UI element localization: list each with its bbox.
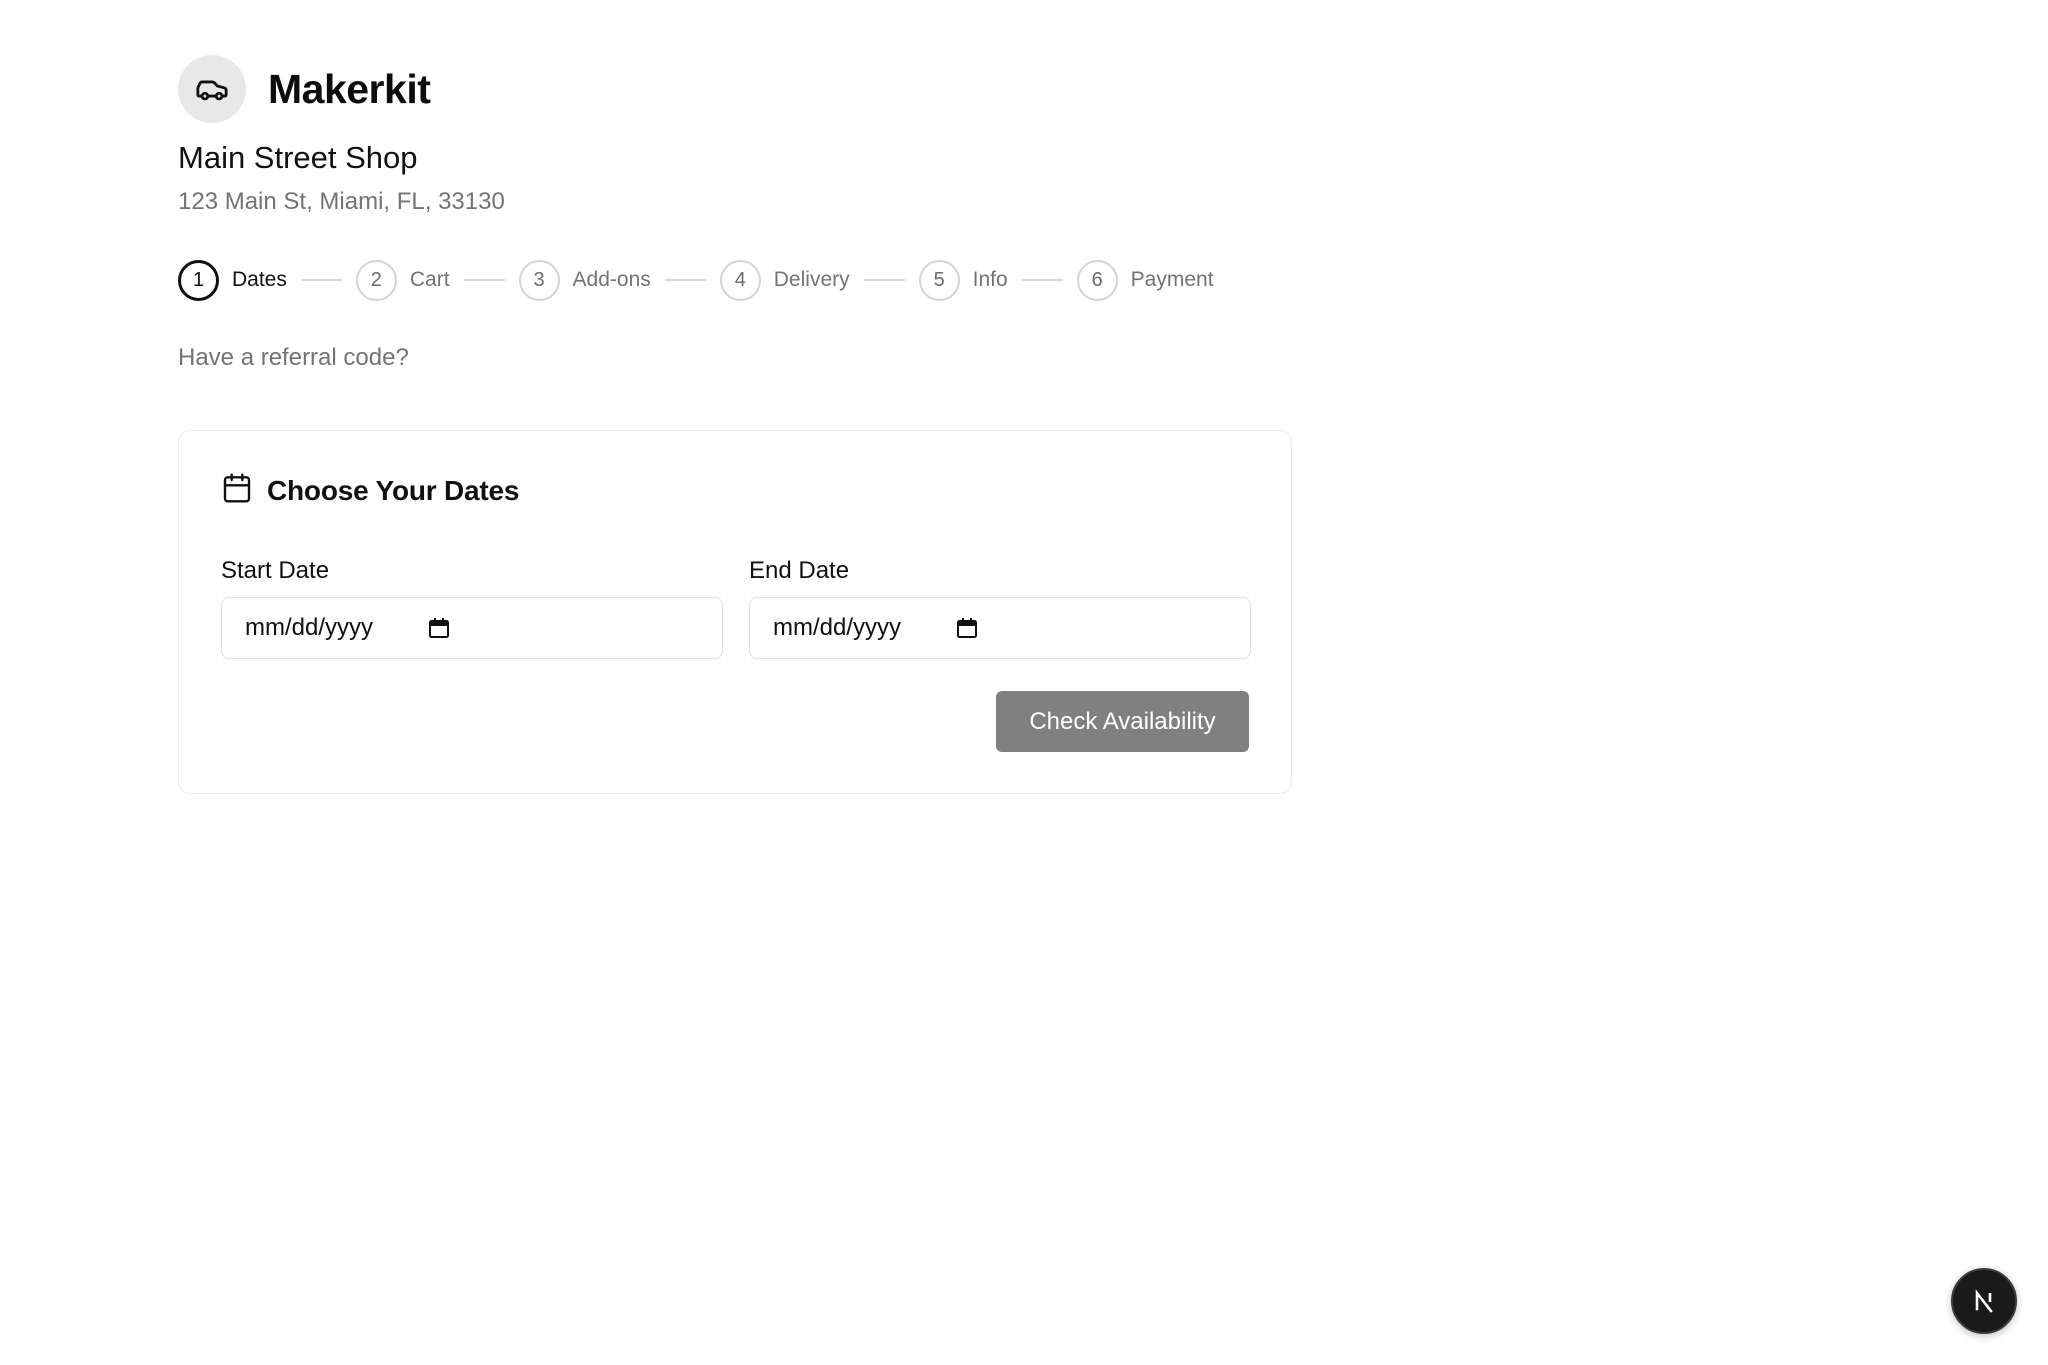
step-number: 3 xyxy=(518,259,560,301)
step-payment[interactable]: 6 Payment xyxy=(1076,259,1214,301)
end-date-input[interactable]: mm/dd/yyyy xyxy=(749,597,1251,659)
step-number: 2 xyxy=(355,259,397,301)
end-date-label: End Date xyxy=(749,557,850,584)
step-label: Cart xyxy=(409,268,450,291)
step-dates[interactable]: 1 Dates xyxy=(178,259,287,301)
calendar-picker-icon[interactable] xyxy=(428,617,450,639)
step-number: 4 xyxy=(719,259,761,301)
calendar-icon xyxy=(221,472,253,509)
booking-page: Makerkit Main Street Shop 123 Main St, M… xyxy=(0,0,2048,1365)
step-info[interactable]: 5 Info xyxy=(918,259,1008,301)
choose-dates-card: Choose Your Dates Start Date mm/dd/yyyy … xyxy=(178,430,1292,794)
step-cart[interactable]: 2 Cart xyxy=(355,259,450,301)
car-icon xyxy=(178,55,246,123)
nextjs-icon[interactable] xyxy=(1951,1268,2017,1334)
card-title: Choose Your Dates xyxy=(267,474,520,506)
step-connector xyxy=(463,279,505,281)
brand-name: Makerkit xyxy=(268,65,431,112)
brand-header: Makerkit xyxy=(178,55,431,123)
referral-code-link[interactable]: Have a referral code? xyxy=(178,344,409,372)
step-label: Dates xyxy=(232,268,287,291)
step-label: Payment xyxy=(1130,268,1214,291)
checkout-stepper: 1 Dates 2 Cart 3 Add-ons 4 Delivery 5 In… xyxy=(178,259,1214,301)
step-label: Info xyxy=(972,268,1008,291)
step-connector xyxy=(664,279,706,281)
step-number: 5 xyxy=(918,259,960,301)
start-date-label: Start Date xyxy=(221,557,330,584)
start-date-placeholder: mm/dd/yyyy xyxy=(245,614,374,641)
step-number: 6 xyxy=(1076,259,1118,301)
card-header: Choose Your Dates xyxy=(221,472,519,509)
step-connector xyxy=(1021,279,1063,281)
check-availability-button[interactable]: Check Availability xyxy=(996,691,1249,752)
end-date-field: End Date mm/dd/yyyy xyxy=(749,555,1251,659)
start-date-input[interactable]: mm/dd/yyyy xyxy=(221,597,723,659)
shop-address: 123 Main St, Miami, FL, 33130 xyxy=(178,188,505,215)
end-date-placeholder: mm/dd/yyyy xyxy=(773,614,902,641)
shop-name: Main Street Shop xyxy=(178,140,418,175)
step-connector xyxy=(300,279,342,281)
step-delivery[interactable]: 4 Delivery xyxy=(719,259,850,301)
step-add-ons[interactable]: 3 Add-ons xyxy=(518,259,651,301)
step-connector xyxy=(863,279,905,281)
step-label: Add-ons xyxy=(572,268,651,291)
step-number: 1 xyxy=(178,259,219,301)
step-label: Delivery xyxy=(773,268,850,291)
calendar-picker-icon[interactable] xyxy=(956,617,978,639)
start-date-field: Start Date mm/dd/yyyy xyxy=(221,555,723,659)
